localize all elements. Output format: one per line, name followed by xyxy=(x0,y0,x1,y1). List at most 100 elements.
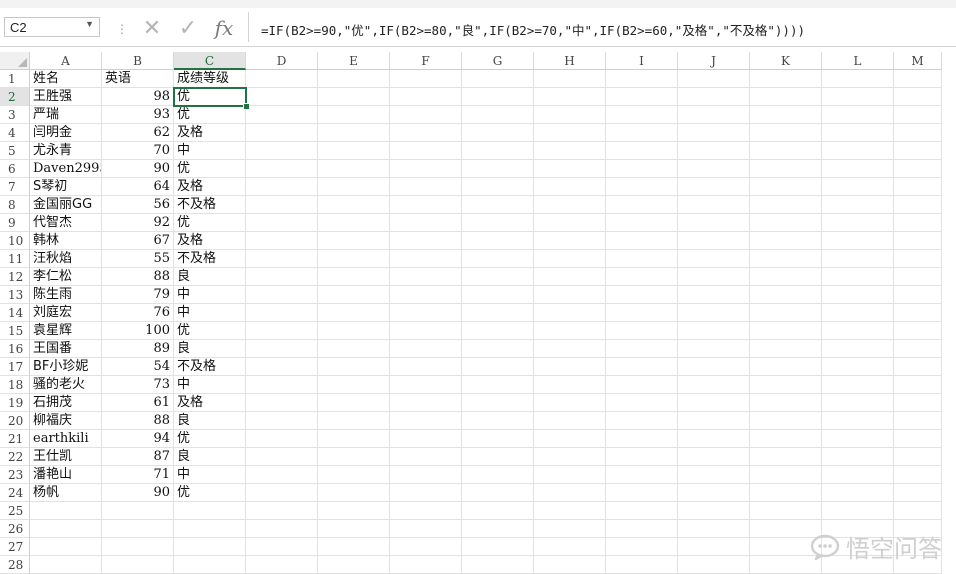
cell-j26[interactable] xyxy=(678,520,750,538)
cell-a13[interactable]: 陈生雨 xyxy=(30,286,102,304)
cell-a3[interactable]: 严瑞 xyxy=(30,106,102,124)
cell-j18[interactable] xyxy=(678,376,750,394)
cell-e24[interactable] xyxy=(318,484,390,502)
cell-i14[interactable] xyxy=(606,304,678,322)
cell-k9[interactable] xyxy=(750,214,822,232)
cell-h25[interactable] xyxy=(534,502,606,520)
cell-l19[interactable] xyxy=(822,394,894,412)
cell-e14[interactable] xyxy=(318,304,390,322)
cell-j1[interactable] xyxy=(678,70,750,88)
row-header-4[interactable]: 4 xyxy=(0,124,30,142)
cell-h23[interactable] xyxy=(534,466,606,484)
cell-l25[interactable] xyxy=(822,502,894,520)
cell-f22[interactable] xyxy=(390,448,462,466)
cell-m17[interactable] xyxy=(894,358,942,376)
cell-m1[interactable] xyxy=(894,70,942,88)
row-header-19[interactable]: 19 xyxy=(0,394,30,412)
cell-d15[interactable] xyxy=(246,322,318,340)
name-box[interactable]: C2 ▼ xyxy=(4,17,100,37)
cell-c3[interactable]: 优 xyxy=(174,106,246,124)
cell-m6[interactable] xyxy=(894,160,942,178)
cell-h6[interactable] xyxy=(534,160,606,178)
cell-h14[interactable] xyxy=(534,304,606,322)
enter-icon[interactable]: ✓ xyxy=(176,16,200,41)
cell-f23[interactable] xyxy=(390,466,462,484)
cell-m14[interactable] xyxy=(894,304,942,322)
cell-m19[interactable] xyxy=(894,394,942,412)
cell-a19[interactable]: 石拥茂 xyxy=(30,394,102,412)
cell-b16[interactable]: 89 xyxy=(102,340,174,358)
cell-a1[interactable]: 姓名 xyxy=(30,70,102,88)
cell-l6[interactable] xyxy=(822,160,894,178)
cell-m8[interactable] xyxy=(894,196,942,214)
cell-a21[interactable]: earthkili xyxy=(30,430,102,448)
row-header-24[interactable]: 24 xyxy=(0,484,30,502)
cell-c13[interactable]: 中 xyxy=(174,286,246,304)
cell-g12[interactable] xyxy=(462,268,534,286)
cell-k22[interactable] xyxy=(750,448,822,466)
cell-f1[interactable] xyxy=(390,70,462,88)
cell-f11[interactable] xyxy=(390,250,462,268)
column-header-k[interactable]: K xyxy=(750,52,822,70)
cell-e20[interactable] xyxy=(318,412,390,430)
row-header-10[interactable]: 10 xyxy=(0,232,30,250)
cell-g5[interactable] xyxy=(462,142,534,160)
cell-f27[interactable] xyxy=(390,538,462,556)
cell-i18[interactable] xyxy=(606,376,678,394)
cell-e8[interactable] xyxy=(318,196,390,214)
cell-j13[interactable] xyxy=(678,286,750,304)
cell-c1[interactable]: 成绩等级 xyxy=(174,70,246,88)
cell-g13[interactable] xyxy=(462,286,534,304)
cell-f24[interactable] xyxy=(390,484,462,502)
cell-g20[interactable] xyxy=(462,412,534,430)
cell-m16[interactable] xyxy=(894,340,942,358)
cell-k6[interactable] xyxy=(750,160,822,178)
cell-c16[interactable]: 良 xyxy=(174,340,246,358)
cell-l3[interactable] xyxy=(822,106,894,124)
cell-l2[interactable] xyxy=(822,88,894,106)
cell-c2[interactable]: 优 xyxy=(174,88,246,106)
cell-m3[interactable] xyxy=(894,106,942,124)
cell-a15[interactable]: 袁星辉 xyxy=(30,322,102,340)
cell-e13[interactable] xyxy=(318,286,390,304)
fill-handle[interactable] xyxy=(243,103,250,110)
cell-f6[interactable] xyxy=(390,160,462,178)
cell-i26[interactable] xyxy=(606,520,678,538)
column-header-g[interactable]: G xyxy=(462,52,534,70)
cell-e23[interactable] xyxy=(318,466,390,484)
cell-l21[interactable] xyxy=(822,430,894,448)
cell-b9[interactable]: 92 xyxy=(102,214,174,232)
cell-e3[interactable] xyxy=(318,106,390,124)
cell-a12[interactable]: 李仁松 xyxy=(30,268,102,286)
cell-g15[interactable] xyxy=(462,322,534,340)
cell-b28[interactable] xyxy=(102,556,174,574)
column-header-e[interactable]: E xyxy=(318,52,390,70)
cell-j20[interactable] xyxy=(678,412,750,430)
column-header-j[interactable]: J xyxy=(678,52,750,70)
cell-b12[interactable]: 88 xyxy=(102,268,174,286)
cell-i22[interactable] xyxy=(606,448,678,466)
cell-d4[interactable] xyxy=(246,124,318,142)
cell-b17[interactable]: 54 xyxy=(102,358,174,376)
cell-k25[interactable] xyxy=(750,502,822,520)
cell-g9[interactable] xyxy=(462,214,534,232)
cell-e16[interactable] xyxy=(318,340,390,358)
cell-m23[interactable] xyxy=(894,466,942,484)
cell-f28[interactable] xyxy=(390,556,462,574)
cell-k13[interactable] xyxy=(750,286,822,304)
cell-f26[interactable] xyxy=(390,520,462,538)
cell-d24[interactable] xyxy=(246,484,318,502)
cell-m20[interactable] xyxy=(894,412,942,430)
cell-l7[interactable] xyxy=(822,178,894,196)
cell-j6[interactable] xyxy=(678,160,750,178)
cell-f20[interactable] xyxy=(390,412,462,430)
cell-a20[interactable]: 柳福庆 xyxy=(30,412,102,430)
cell-d17[interactable] xyxy=(246,358,318,376)
cell-m7[interactable] xyxy=(894,178,942,196)
cell-k2[interactable] xyxy=(750,88,822,106)
cell-b15[interactable]: 100 xyxy=(102,322,174,340)
cell-j11[interactable] xyxy=(678,250,750,268)
cell-k5[interactable] xyxy=(750,142,822,160)
cell-h12[interactable] xyxy=(534,268,606,286)
cell-f12[interactable] xyxy=(390,268,462,286)
